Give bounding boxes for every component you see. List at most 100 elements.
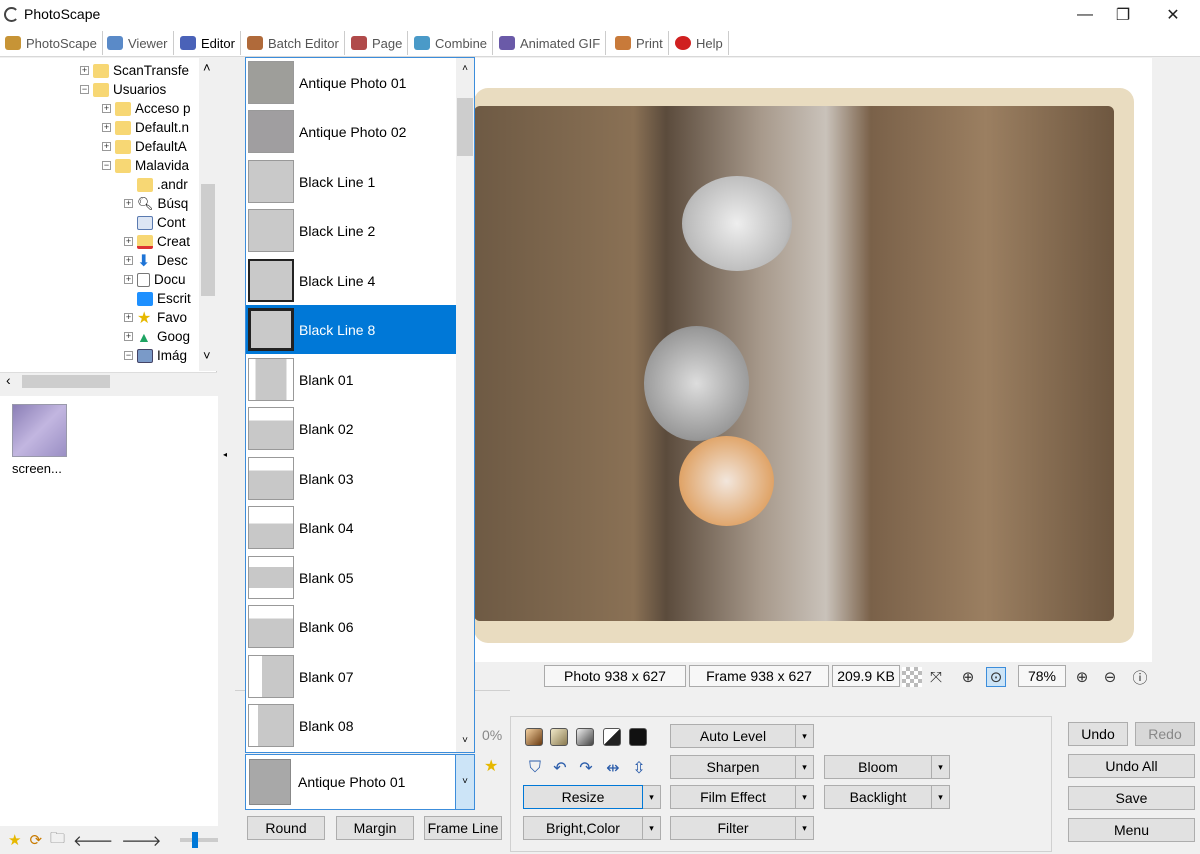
fit-window-icon[interactable]: ⤧ <box>926 667 946 687</box>
expand-icon[interactable]: + <box>102 104 111 113</box>
sharpen-button[interactable]: Sharpen <box>670 755 796 779</box>
scroll-left-icon[interactable]: ‹ <box>6 372 11 388</box>
round-button[interactable]: Round <box>247 816 325 840</box>
frame-option-selected[interactable]: Black Line 8 <box>246 305 456 354</box>
save-button[interactable]: Save <box>1068 786 1195 810</box>
bright-color-dropdown-arrow[interactable]: ▾ <box>643 816 661 840</box>
redo-button[interactable]: Redo <box>1135 722 1195 746</box>
tree-hscroll-thumb[interactable] <box>22 375 110 388</box>
frame-option[interactable]: Antique Photo 01 <box>246 58 456 107</box>
collapse-icon[interactable]: − <box>80 85 89 94</box>
tab-page[interactable]: Page <box>346 31 409 55</box>
tree-item[interactable]: + Creat <box>124 232 190 251</box>
tone-gray-icon[interactable] <box>576 728 594 746</box>
flip-vertical-icon[interactable]: ⇳ <box>629 758 649 778</box>
frame-dropdown-list[interactable]: Antique Photo 01 Antique Photo 02 Black … <box>245 57 475 753</box>
tree-item[interactable]: + DefaultA <box>102 137 187 156</box>
resize-split-button[interactable]: Resize ▾ <box>523 785 661 809</box>
margin-button[interactable]: Margin <box>336 816 414 840</box>
auto-level-dropdown-arrow[interactable]: ▾ <box>796 724 814 748</box>
frame-option[interactable]: Blank 05 <box>246 553 456 602</box>
tree-item[interactable]: + 🔍︎ Búsq <box>124 194 188 213</box>
expand-icon[interactable]: + <box>102 123 111 132</box>
expand-icon[interactable]: + <box>124 332 133 341</box>
close-button[interactable]: ✕ <box>1150 0 1196 29</box>
image-thumbnail[interactable] <box>12 404 67 457</box>
frame-select[interactable]: Antique Photo 01 ˅ <box>245 754 475 810</box>
expand-icon[interactable]: + <box>124 199 133 208</box>
scroll-up-icon[interactable]: ˄ <box>456 60 474 77</box>
frame-option[interactable]: Blank 01 <box>246 355 456 404</box>
tree-item[interactable]: − Imág <box>124 346 187 365</box>
transparency-icon[interactable] <box>902 667 922 687</box>
tree-item[interactable]: .andr <box>137 175 188 194</box>
tab-viewer[interactable]: Viewer <box>102 31 174 55</box>
expand-icon[interactable]: + <box>124 256 133 265</box>
tree-item[interactable]: Escrit <box>137 289 191 308</box>
frame-option[interactable]: Blank 08 <box>246 701 456 750</box>
bright-color-button[interactable]: Bright,Color <box>523 816 643 840</box>
tree-scroll-thumb[interactable] <box>201 184 215 296</box>
filter-button[interactable]: Filter <box>670 816 796 840</box>
undo-all-button[interactable]: Undo All <box>1068 754 1195 778</box>
favorite-star-icon[interactable]: ★ <box>8 831 21 849</box>
expand-icon[interactable]: + <box>124 237 133 246</box>
frame-option[interactable]: Black Line 4 <box>246 256 456 305</box>
tree-item[interactable]: + Default.n <box>102 118 189 137</box>
scroll-down-icon[interactable]: ˅ <box>456 732 474 749</box>
frame-option[interactable]: Blank 06 <box>246 602 456 651</box>
frame-list-scroll-thumb[interactable] <box>457 98 473 156</box>
bloom-button[interactable]: Bloom <box>824 755 932 779</box>
tree-item[interactable]: + ★ Favo <box>124 308 187 327</box>
expand-icon[interactable]: + <box>124 313 133 322</box>
frame-option[interactable]: Blank 04 <box>246 503 456 552</box>
backlight-button[interactable]: Backlight <box>824 785 932 809</box>
tab-photoscape[interactable]: PhotoScape <box>0 31 103 55</box>
expand-icon[interactable]: + <box>80 66 89 75</box>
rotate-right-icon[interactable]: ↷ <box>576 758 596 778</box>
tree-item[interactable]: + ScanTransfe <box>80 61 189 80</box>
info-icon[interactable]: ⓘ <box>1130 667 1150 687</box>
frame-option[interactable]: Blank 07 <box>246 652 456 701</box>
pane-splitter[interactable]: ◂ <box>218 58 236 854</box>
thumbnail-size-slider[interactable] <box>179 832 218 848</box>
bloom-dropdown-arrow[interactable]: ▾ <box>932 755 950 779</box>
tree-item[interactable]: − Malavida <box>102 156 189 175</box>
film-effect-dropdown-arrow[interactable]: ▾ <box>796 785 814 809</box>
bloom-split-button[interactable]: Bloom ▾ <box>824 755 950 779</box>
collapse-arrow-icon[interactable]: ◂ <box>223 450 227 459</box>
backlight-split-button[interactable]: Backlight ▾ <box>824 785 950 809</box>
zoom-fit-icon[interactable]: ⊙ <box>986 667 1006 687</box>
tree-item[interactable]: + Docu <box>124 270 186 289</box>
frame-option[interactable]: Blank 03 <box>246 454 456 503</box>
expand-icon[interactable]: + <box>124 275 133 284</box>
frame-option[interactable]: Antique Photo 02 <box>246 107 456 156</box>
tone-negative-icon[interactable] <box>629 728 647 746</box>
film-effect-split-button[interactable]: Film Effect ▾ <box>670 785 814 809</box>
expand-icon[interactable]: + <box>102 142 111 151</box>
forward-arrow-icon[interactable]: 🡒 <box>121 831 161 850</box>
scroll-down-icon[interactable]: ˅ <box>203 348 211 363</box>
resize-dropdown-arrow[interactable]: ▾ <box>643 785 661 809</box>
frame-list-scrollbar[interactable]: ˄ ˅ <box>456 58 474 752</box>
tone-bw-icon[interactable] <box>603 728 621 746</box>
menu-button[interactable]: Menu <box>1068 818 1195 842</box>
resize-button[interactable]: Resize <box>523 785 643 809</box>
filter-split-button[interactable]: Filter ▾ <box>670 816 814 840</box>
zoom-in-icon[interactable]: ⊕ <box>1072 667 1092 687</box>
tree-vertical-scrollbar[interactable]: ˄ ˅ <box>199 58 217 371</box>
collapse-icon[interactable]: − <box>124 351 133 360</box>
backlight-dropdown-arrow[interactable]: ▾ <box>932 785 950 809</box>
rotate-icon[interactable]: ⟳ <box>29 831 42 849</box>
slider-knob[interactable] <box>191 832 198 848</box>
film-effect-button[interactable]: Film Effect <box>670 785 796 809</box>
sharpen-dropdown-arrow[interactable]: ▾ <box>796 755 814 779</box>
auto-level-button[interactable]: Auto Level <box>670 724 796 748</box>
collapse-icon[interactable]: − <box>102 161 111 170</box>
flip-horizontal-icon[interactable]: ⇹ <box>603 758 623 778</box>
tree-item[interactable]: − Usuarios <box>80 80 166 99</box>
sharpen-split-button[interactable]: Sharpen ▾ <box>670 755 814 779</box>
zoom-out-icon[interactable]: ⊖ <box>1100 667 1120 687</box>
tree-horizontal-scrollbar[interactable]: ‹ <box>0 372 217 389</box>
scroll-up-icon[interactable]: ˄ <box>203 60 211 75</box>
